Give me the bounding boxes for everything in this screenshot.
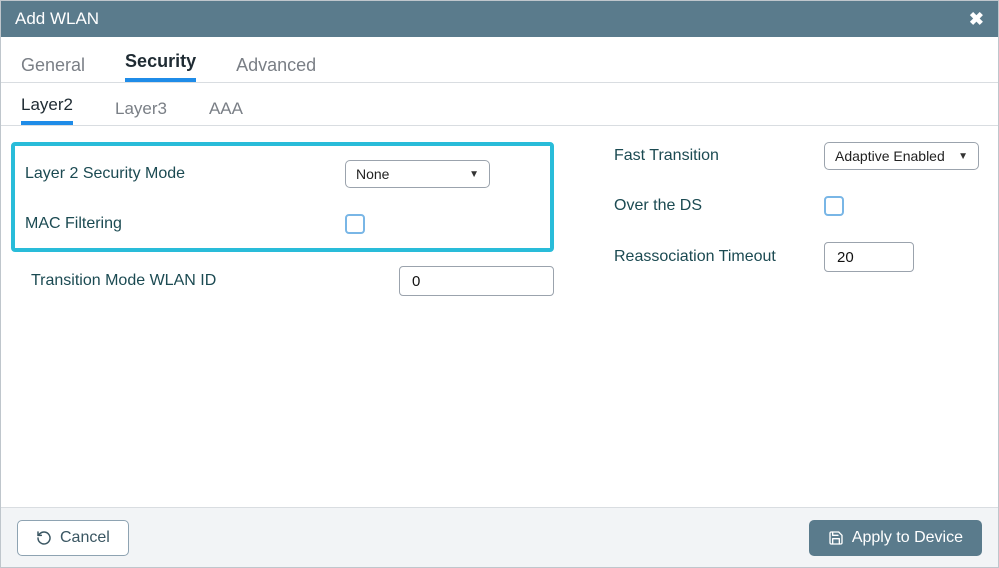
chevron-down-icon: ▼ [469,169,479,180]
row-layer2-security-mode: Layer 2 Security Mode None ▼ [15,160,540,188]
tab-security[interactable]: Security [125,51,196,82]
input-transition-mode-wlan-id[interactable] [399,266,554,296]
select-value-layer2-security-mode: None [356,166,389,182]
label-reassociation-timeout: Reassociation Timeout [614,248,824,266]
tab-advanced[interactable]: Advanced [236,55,316,82]
primary-tabs: General Security Advanced [1,37,998,83]
dialog-header: Add WLAN ✖ [1,1,998,37]
apply-button-label: Apply to Device [852,529,963,547]
dialog-footer: Cancel Apply to Device [1,507,998,567]
apply-button[interactable]: Apply to Device [809,520,982,556]
label-layer2-security-mode: Layer 2 Security Mode [15,165,345,183]
label-mac-filtering: MAC Filtering [15,215,345,233]
undo-icon [36,530,52,546]
subtab-layer2[interactable]: Layer2 [21,95,73,125]
checkbox-mac-filtering[interactable] [345,214,365,234]
row-mac-filtering: MAC Filtering [15,214,540,234]
cancel-button[interactable]: Cancel [17,520,129,556]
row-transition-mode-wlan-id: Transition Mode WLAN ID [21,266,554,296]
select-layer2-security-mode[interactable]: None ▼ [345,160,490,188]
left-column: Layer 2 Security Mode None ▼ MAC Filteri… [21,142,554,296]
input-reassociation-timeout[interactable] [824,242,914,272]
right-column: Fast Transition Adaptive Enabled ▼ Over … [614,142,979,296]
secondary-tabs: Layer2 Layer3 AAA [1,83,998,126]
chevron-down-icon: ▼ [958,151,968,162]
select-value-fast-transition: Adaptive Enabled [835,148,945,164]
subtab-layer3[interactable]: Layer3 [115,99,167,125]
checkbox-over-the-ds[interactable] [824,196,844,216]
row-reassociation-timeout: Reassociation Timeout [614,242,979,272]
select-fast-transition[interactable]: Adaptive Enabled ▼ [824,142,979,170]
label-over-the-ds: Over the DS [614,197,824,215]
label-transition-mode-wlan-id: Transition Mode WLAN ID [21,272,399,290]
save-icon [828,530,844,546]
row-over-the-ds: Over the DS [614,196,979,216]
cancel-button-label: Cancel [60,529,110,547]
highlight-box: Layer 2 Security Mode None ▼ MAC Filteri… [11,142,554,252]
close-icon[interactable]: ✖ [969,9,984,30]
form-area: Layer 2 Security Mode None ▼ MAC Filteri… [1,126,998,296]
row-fast-transition: Fast Transition Adaptive Enabled ▼ [614,142,979,170]
subtab-aaa[interactable]: AAA [209,99,243,125]
tab-general[interactable]: General [21,55,85,82]
label-fast-transition: Fast Transition [614,147,824,165]
dialog-title: Add WLAN [15,9,99,29]
